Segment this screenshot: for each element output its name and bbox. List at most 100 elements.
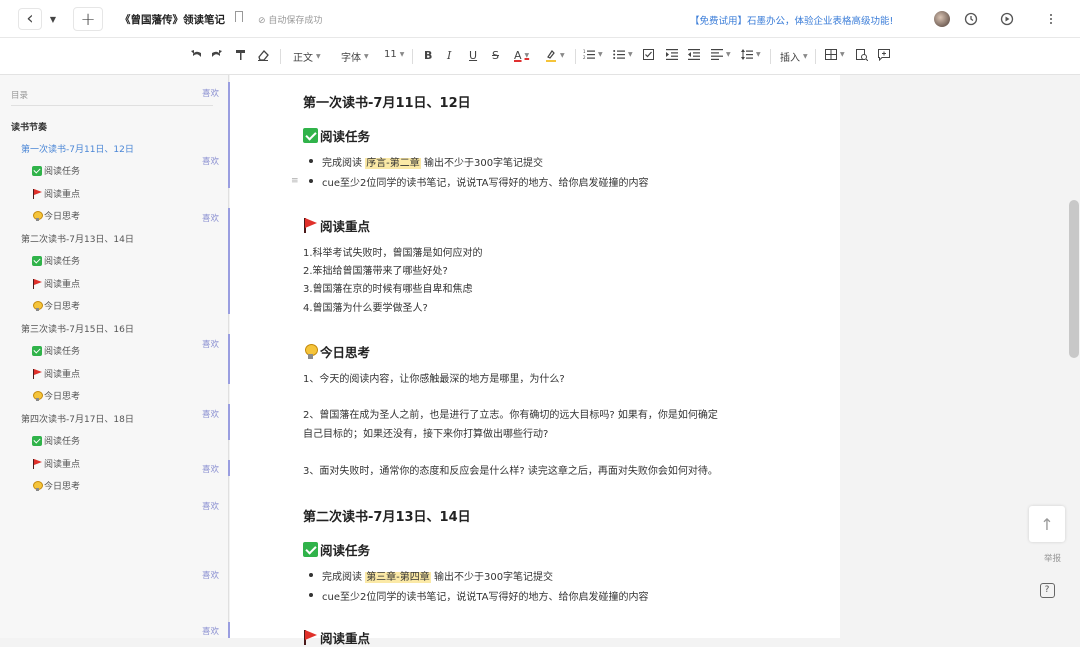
- comment-icon[interactable]: [878, 49, 890, 61]
- paragraph: 自己目标的；如果还没有，接下来你打算做出哪些行动?: [303, 429, 549, 440]
- more-icon[interactable]: [1042, 10, 1060, 28]
- toc-item[interactable]: 阅读重点: [32, 277, 80, 290]
- italic-button[interactable]: I: [447, 49, 451, 62]
- style-select[interactable]: 正文 ▼: [293, 49, 321, 64]
- like-button[interactable]: 喜欢: [202, 463, 219, 475]
- redo-icon[interactable]: [210, 49, 223, 59]
- line-height-icon[interactable]: ▼: [741, 49, 761, 60]
- bulb-icon: [32, 300, 43, 311]
- history-icon[interactable]: [962, 10, 980, 28]
- right-margin: [840, 75, 1068, 638]
- check-icon: [303, 542, 318, 557]
- doc-title[interactable]: 《曾国藩传》领读笔记: [120, 12, 225, 27]
- highlighted-text: 序言-第二章: [365, 158, 421, 169]
- section-heading: 阅读任务: [303, 126, 370, 145]
- paragraph: 4.曾国藩为什么要学做圣人?: [303, 303, 428, 314]
- table-icon[interactable]: ▼: [825, 49, 845, 60]
- avatar[interactable]: [934, 11, 950, 27]
- toc-item[interactable]: 今日思考: [32, 209, 80, 222]
- toc-sidebar: 目录 读书节奏 第一次读书-7月11日、12日 阅读任务 阅读重点 今日思考 第…: [0, 75, 229, 638]
- like-button[interactable]: 喜欢: [202, 87, 219, 99]
- bulb-icon: [32, 210, 43, 221]
- scrollbar-thumb[interactable]: [1069, 200, 1079, 358]
- section-heading: 阅读重点: [303, 216, 370, 235]
- save-status: ⊘ 自动保存成功: [258, 16, 323, 26]
- play-icon[interactable]: [998, 10, 1016, 28]
- bullet-list-icon[interactable]: ▼: [613, 49, 633, 60]
- caret-icon: ▼: [316, 53, 321, 60]
- plus-icon: +: [80, 8, 96, 30]
- like-button[interactable]: 喜欢: [202, 569, 219, 581]
- like-button[interactable]: 喜欢: [202, 338, 219, 350]
- insert-menu[interactable]: 插入 ▼: [780, 49, 808, 64]
- paragraph: 2、曾国藩在成为圣人之前，也是进行了立志。你有确切的远大目标吗? 如果有，你是如…: [303, 410, 718, 421]
- highlighted-text: 第三章-第四章: [365, 572, 431, 583]
- align-icon[interactable]: ▼: [711, 49, 731, 60]
- underline-button[interactable]: U: [469, 49, 477, 62]
- check-icon: [32, 165, 42, 176]
- highlight-icon[interactable]: ▼: [545, 49, 565, 62]
- ordered-list-icon[interactable]: 1 2 ▼: [583, 49, 603, 60]
- toc-item[interactable]: 读书节奏: [11, 120, 47, 133]
- checklist-icon[interactable]: [643, 49, 655, 60]
- flag-icon: [32, 458, 42, 469]
- toc-item[interactable]: 今日思考: [32, 299, 80, 312]
- search-replace-icon[interactable]: [856, 49, 868, 61]
- list-item: cue至少2位同学的读书笔记，说说TA写得好的地方、给你启发碰撞的内容: [309, 588, 649, 603]
- toc-item[interactable]: 阅读重点: [32, 457, 80, 470]
- like-button[interactable]: 喜欢: [202, 500, 219, 512]
- format-toolbar: 正文 ▼ 字体 ▼ 11 ▼ B I U S A ▼ ▼ 1 2 ▼ ▼ ▼ ▼ 插入 ▼ ▼: [0, 38, 1080, 75]
- divider: [815, 49, 816, 64]
- bookmark-icon[interactable]: [235, 11, 243, 22]
- drag-handle-icon[interactable]: ≡: [291, 176, 299, 186]
- caret-icon: ▼: [399, 51, 405, 58]
- caret-icon: ▼: [840, 51, 845, 58]
- toc-item[interactable]: 阅读重点: [32, 367, 80, 380]
- help-button[interactable]: ?: [1029, 576, 1065, 604]
- outdent-icon[interactable]: [688, 49, 700, 60]
- toc-item[interactable]: 阅读重点: [32, 187, 80, 200]
- toc-item[interactable]: 第二次读书-7月13日、14日: [21, 232, 134, 245]
- eraser-icon[interactable]: [257, 49, 269, 61]
- size-select[interactable]: 11 ▼: [384, 49, 404, 60]
- toc-item[interactable]: 第三次读书-7月15日、16日: [21, 322, 134, 335]
- toc-item[interactable]: 第四次读书-7月17日、18日: [21, 412, 134, 425]
- toc-item[interactable]: 第一次读书-7月11日、12日: [21, 142, 134, 155]
- caret-icon: ▼: [524, 52, 530, 59]
- back-to-top-button[interactable]: ↑: [1029, 506, 1065, 542]
- toc-item[interactable]: 今日思考: [32, 479, 80, 492]
- new-doc-button[interactable]: +: [73, 7, 103, 31]
- top-bar: ‹ ▼ + 《曾国藩传》领读笔记 ⊘ 自动保存成功 【免费试用】石墨办公，体验企…: [0, 0, 1080, 38]
- font-color-button[interactable]: A ▼: [514, 49, 529, 62]
- like-button[interactable]: 喜欢: [202, 408, 219, 420]
- section-title: 第二次读书-7月13日、14日: [303, 510, 471, 525]
- dropdown-button[interactable]: ▼: [46, 8, 60, 30]
- bulb-icon: [32, 480, 43, 491]
- toc-item[interactable]: 阅读任务: [32, 254, 80, 267]
- indent-icon[interactable]: [666, 49, 678, 60]
- toc-item[interactable]: 阅读任务: [32, 344, 80, 357]
- back-button[interactable]: ‹: [18, 8, 42, 30]
- promo-link[interactable]: 【免费试用】石墨办公，体验企业表格高级功能!: [690, 13, 893, 27]
- undo-icon[interactable]: [190, 49, 203, 59]
- check-icon: [32, 435, 42, 446]
- like-button[interactable]: 喜欢: [202, 155, 219, 167]
- chevron-left-icon: ‹: [26, 8, 34, 29]
- like-button[interactable]: 喜欢: [202, 625, 219, 637]
- list-item: cue至少2位同学的读书笔记，说说TA写得好的地方、给你启发碰撞的内容: [309, 174, 649, 189]
- bold-button[interactable]: B: [424, 49, 432, 62]
- toc-item[interactable]: 阅读任务: [32, 164, 80, 177]
- toc-item[interactable]: 阅读任务: [32, 434, 80, 447]
- section-heading: 阅读任务: [303, 540, 370, 559]
- format-painter-icon[interactable]: [235, 49, 247, 61]
- bulb-icon: [32, 390, 43, 401]
- section-heading: 今日思考: [303, 342, 370, 361]
- strike-button[interactable]: S: [492, 49, 499, 62]
- like-button[interactable]: 喜欢: [202, 212, 219, 224]
- divider: [575, 49, 576, 64]
- font-select[interactable]: 字体 ▼: [341, 49, 369, 64]
- report-link[interactable]: 举报: [1044, 552, 1061, 564]
- toc-item[interactable]: 今日思考: [32, 389, 80, 402]
- check-icon: [32, 255, 42, 266]
- list-item: 完成阅读 序言-第二章 输出不少于300字笔记提交: [308, 154, 543, 169]
